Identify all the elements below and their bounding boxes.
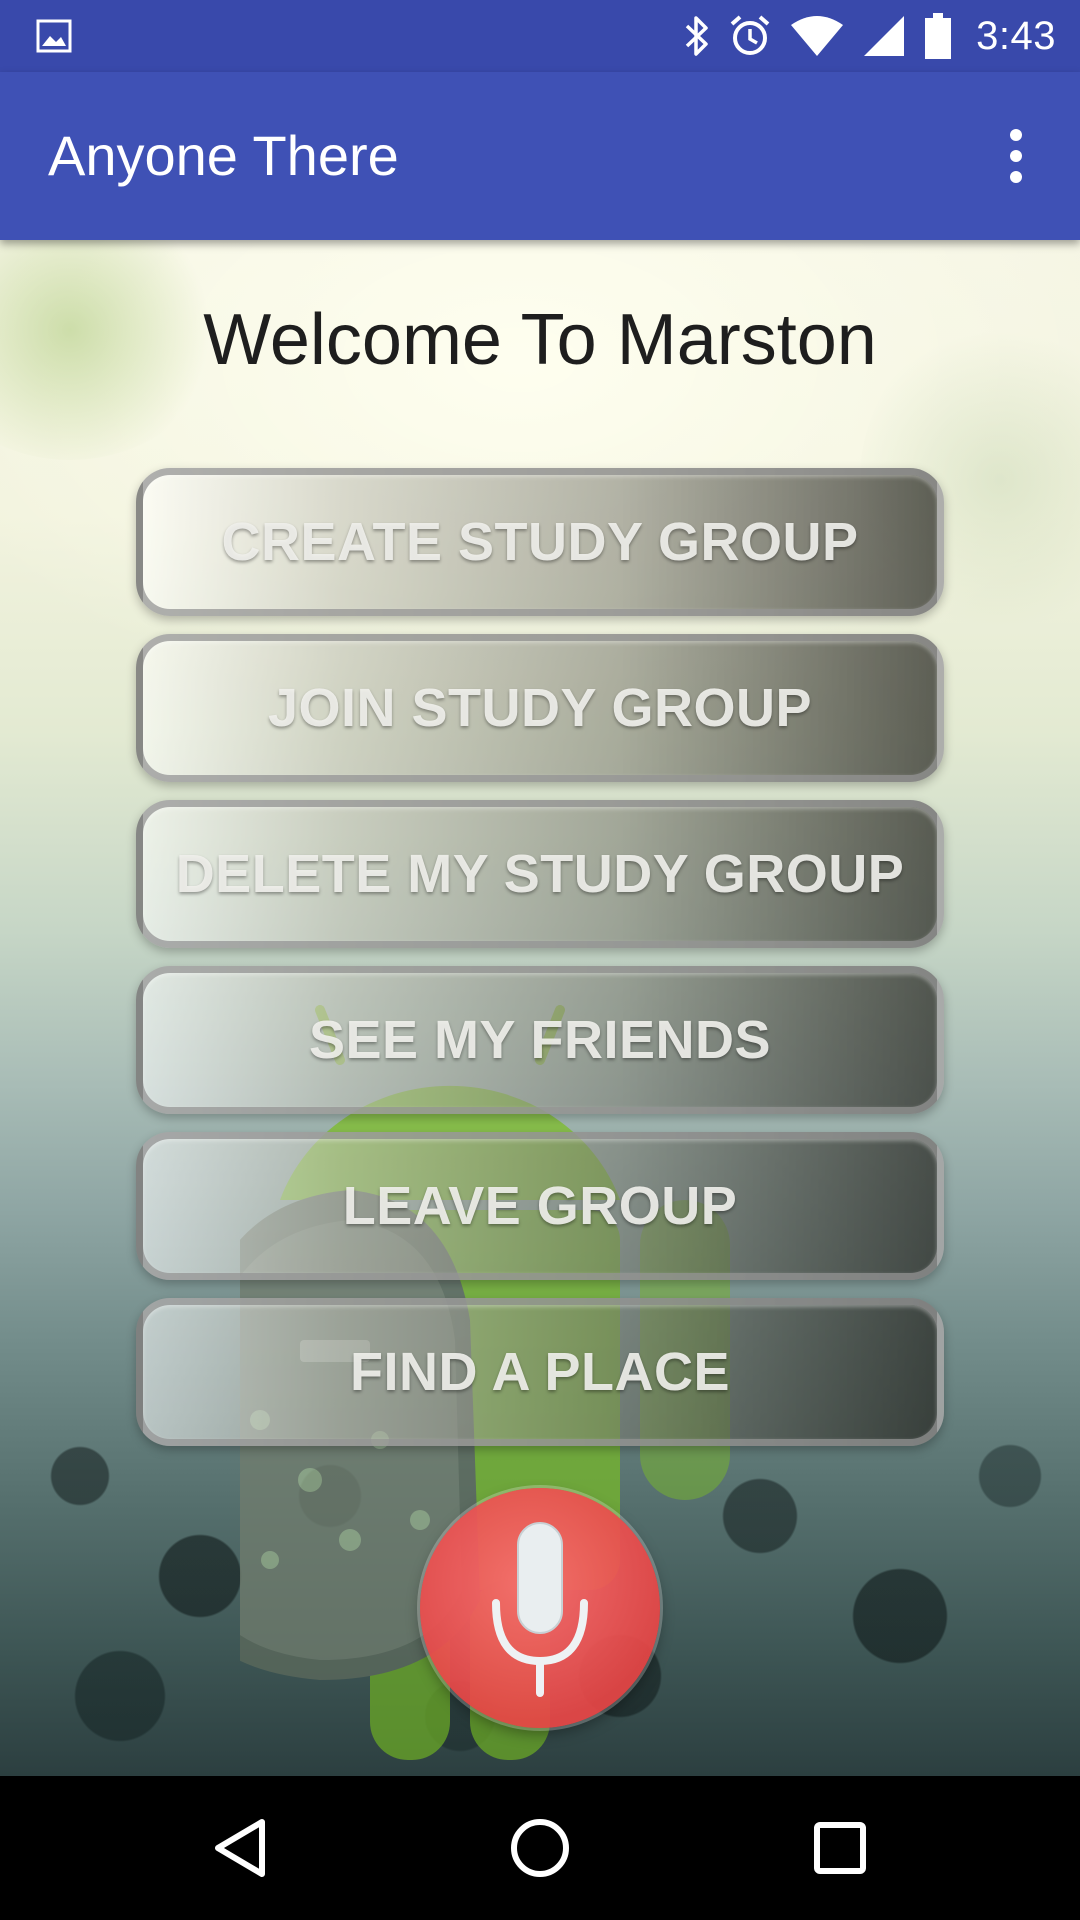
recents-icon[interactable]	[804, 1812, 876, 1884]
cell-signal-icon	[862, 14, 906, 58]
leave-group-label: LEAVE GROUP	[342, 1176, 738, 1236]
leave-group-button[interactable]: LEAVE GROUP	[136, 1132, 944, 1280]
delete-my-study-group-label: DELETE MY STUDY GROUP	[175, 844, 905, 904]
voice-input-button[interactable]	[420, 1488, 660, 1728]
action-button-list: CREATE STUDY GROUP JOIN STUDY GROUP DELE…	[136, 468, 944, 1464]
home-icon[interactable]	[504, 1812, 576, 1884]
see-my-friends-label: SEE MY FRIENDS	[308, 1010, 772, 1070]
overflow-menu-icon[interactable]	[976, 106, 1056, 206]
join-study-group-label: JOIN STUDY GROUP	[267, 678, 813, 738]
gallery-notification-icon	[36, 18, 72, 54]
battery-icon	[924, 13, 952, 59]
join-study-group-button[interactable]: JOIN STUDY GROUP	[136, 634, 944, 782]
find-a-place-button[interactable]: FIND A PLACE	[136, 1298, 944, 1446]
app-bar: Anyone There	[0, 72, 1080, 240]
status-time: 3:43	[976, 13, 1056, 58]
status-bar: 3:43	[0, 0, 1080, 72]
screen: 3:43 Anyone There Welcome To Marston CRE…	[0, 0, 1080, 1920]
create-study-group-button[interactable]: CREATE STUDY GROUP	[136, 468, 944, 616]
bluetooth-icon	[684, 14, 710, 58]
back-icon[interactable]	[204, 1812, 276, 1884]
delete-my-study-group-button[interactable]: DELETE MY STUDY GROUP	[136, 800, 944, 948]
create-study-group-label: CREATE STUDY GROUP	[221, 512, 859, 572]
app-title: Anyone There	[48, 124, 399, 187]
microphone-icon	[492, 1522, 588, 1697]
welcome-heading: Welcome To Marston	[203, 300, 877, 380]
see-my-friends-button[interactable]: SEE MY FRIENDS	[136, 966, 944, 1114]
find-a-place-label: FIND A PLACE	[350, 1342, 730, 1402]
main-content: Welcome To Marston CREATE STUDY GROUP JO…	[0, 240, 1080, 1776]
navigation-bar	[0, 1776, 1080, 1920]
alarm-icon	[728, 14, 772, 58]
wifi-icon	[790, 15, 844, 57]
